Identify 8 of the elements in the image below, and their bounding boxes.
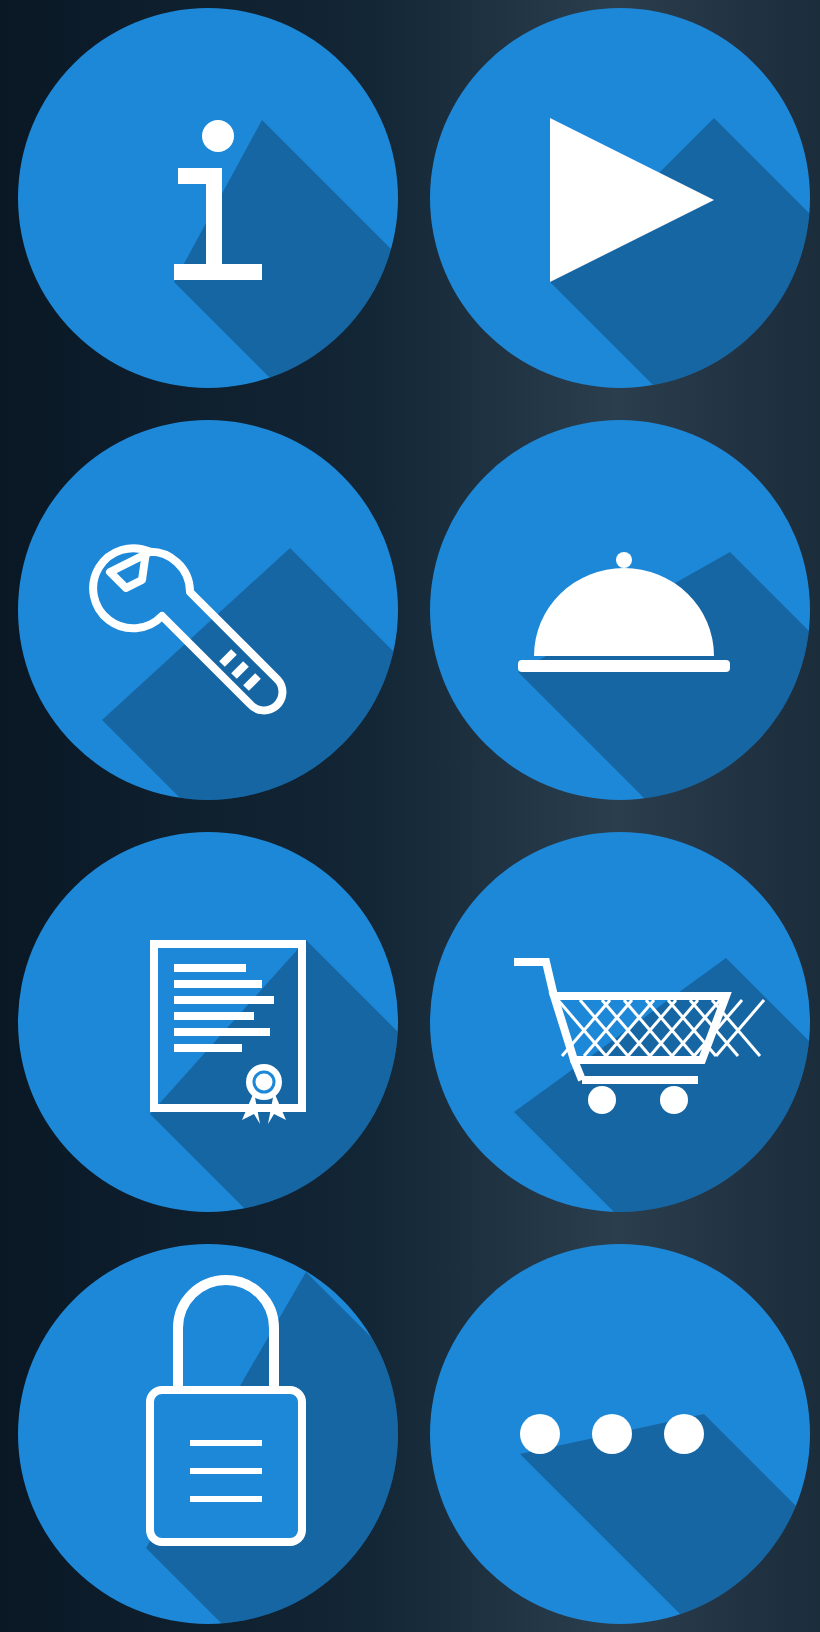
info-icon (174, 120, 262, 280)
wrench-icon (89, 544, 287, 715)
certificate-icon (150, 940, 306, 1124)
play-icon (550, 118, 714, 282)
more-icon (520, 1414, 704, 1454)
padlock-icon (146, 1275, 306, 1546)
shopping-cart-icon (514, 958, 766, 1114)
cloche-icon (518, 552, 730, 672)
